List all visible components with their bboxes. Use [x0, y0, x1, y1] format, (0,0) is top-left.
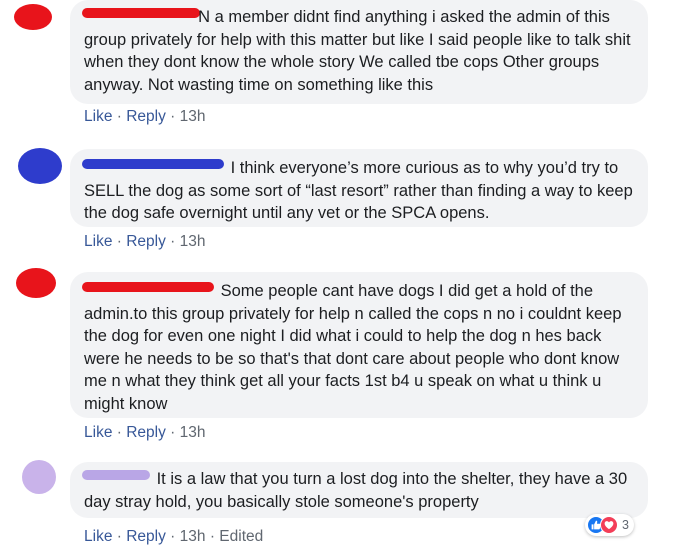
comment-actions: Like · Reply · 13h — [84, 424, 206, 442]
separator: · — [209, 528, 220, 545]
separator: · — [170, 233, 180, 250]
separator: · — [170, 108, 180, 125]
reaction-summary[interactable]: 3 — [585, 514, 634, 536]
separator: · — [116, 424, 127, 441]
separator: · — [116, 233, 127, 250]
avatar[interactable] — [14, 4, 52, 30]
comment-author-name[interactable]: N — [82, 6, 210, 29]
comment-author-name[interactable] — [82, 157, 224, 180]
comment-thread: N a member didnt find anything i asked t… — [0, 0, 700, 555]
comment-timestamp[interactable]: 13h — [180, 424, 206, 441]
avatar[interactable] — [18, 148, 62, 184]
comment-timestamp[interactable]: 13h — [180, 528, 206, 545]
comment-bubble: It is a law that you turn a lost dog int… — [70, 462, 648, 518]
separator: · — [170, 528, 180, 545]
reply-link[interactable]: Reply — [126, 528, 166, 545]
avatar[interactable] — [22, 460, 56, 494]
comment-actions: Like · Reply · 13h — [84, 233, 206, 251]
comment-author-name[interactable] — [82, 468, 150, 491]
edited-label[interactable]: Edited — [219, 528, 263, 545]
author-name-redaction — [82, 282, 214, 292]
comment-text: It is a law that you turn a lost dog int… — [84, 470, 628, 511]
like-link[interactable]: Like — [84, 233, 112, 250]
reply-link[interactable]: Reply — [126, 233, 166, 250]
author-name-redaction — [82, 8, 200, 18]
like-link[interactable]: Like — [84, 528, 112, 545]
separator: · — [116, 108, 127, 125]
author-name-redaction — [82, 159, 224, 169]
avatar[interactable] — [16, 268, 56, 298]
reaction-count: 3 — [622, 518, 629, 532]
comment-bubble: N a member didnt find anything i asked t… — [70, 0, 648, 104]
comment-bubble: Some people cant have dogs I did get a h… — [70, 272, 648, 418]
comment-bubble: I think everyone’s more curious as to wh… — [70, 149, 648, 227]
love-icon — [600, 516, 618, 534]
comment-actions: Like · Reply · 13h — [84, 108, 206, 126]
like-link[interactable]: Like — [84, 108, 112, 125]
reply-link[interactable]: Reply — [126, 108, 166, 125]
like-link[interactable]: Like — [84, 424, 112, 441]
comment-author-name[interactable] — [82, 280, 214, 303]
separator: · — [170, 424, 180, 441]
author-name-redaction — [82, 470, 150, 480]
comment-timestamp[interactable]: 13h — [180, 108, 206, 125]
comment-timestamp[interactable]: 13h — [180, 233, 206, 250]
reply-link[interactable]: Reply — [126, 424, 166, 441]
comment-actions: Like · Reply · 13h · Edited — [84, 528, 263, 546]
separator: · — [116, 528, 127, 545]
